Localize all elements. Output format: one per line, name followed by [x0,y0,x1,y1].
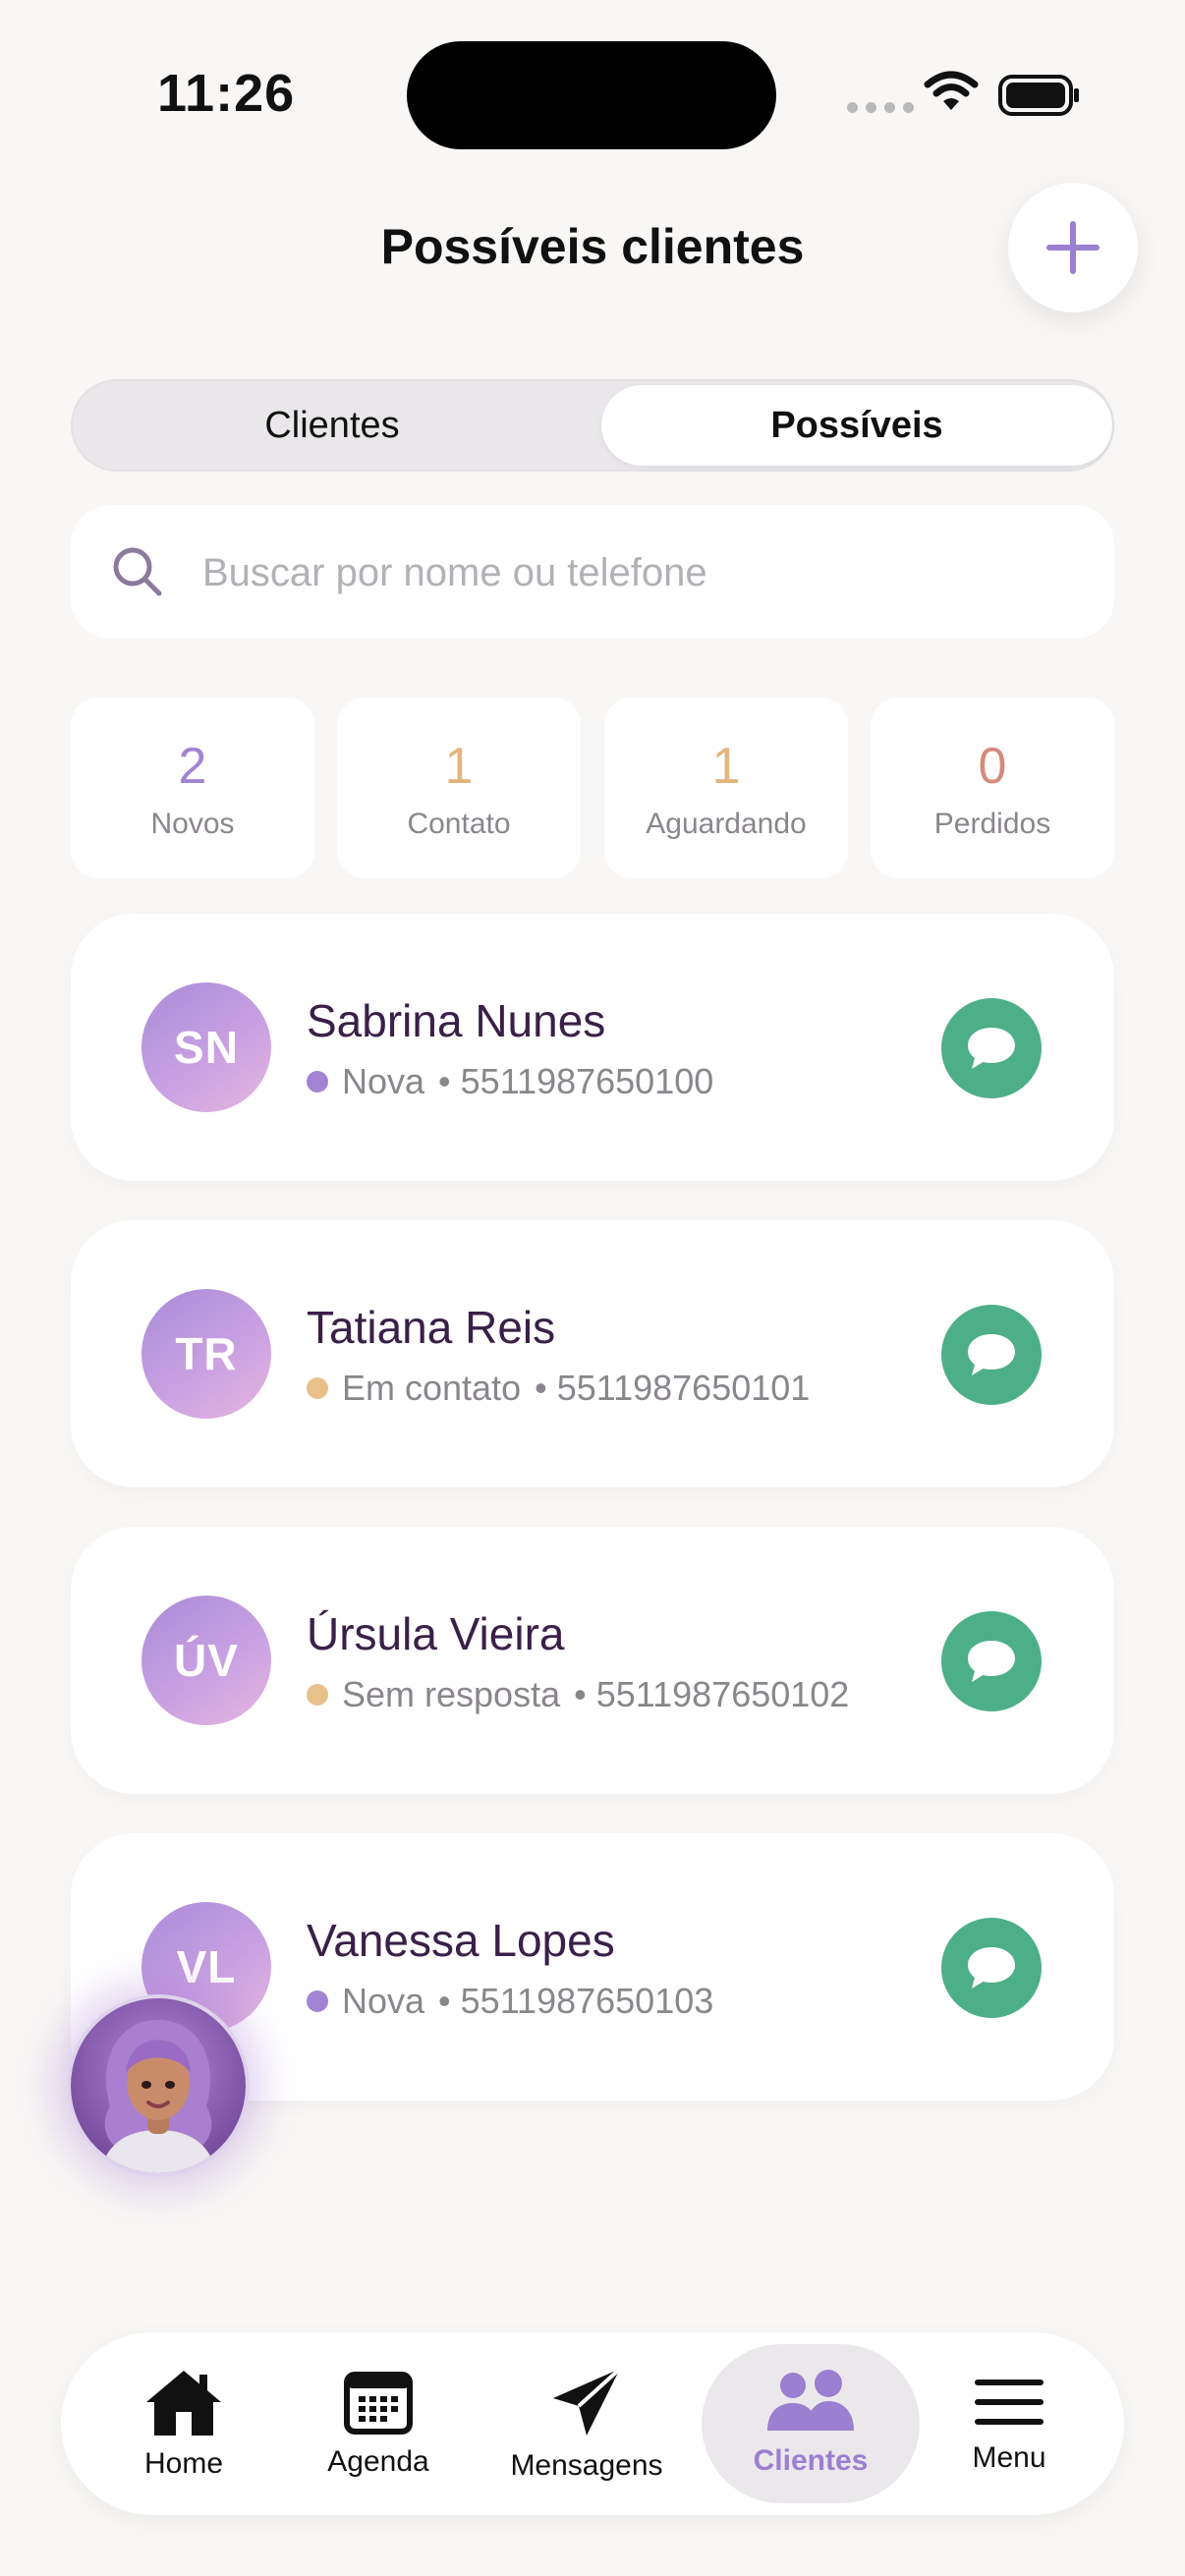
wifi-icon [924,71,979,110]
lead-name: Tatiana Reis [307,1302,556,1353]
separator: • [438,1981,451,2021]
chat-bubble-icon [968,1947,1015,1988]
lead-meta: Nova • 5511987650100 [307,1061,713,1102]
nav-menu[interactable]: Menu [926,2332,1093,2515]
users-icon [767,2370,854,2431]
nav-label: Home [143,2447,224,2480]
chat-bubble-icon [968,1334,1015,1375]
nav-mensagens[interactable]: Mensagens [493,2332,680,2515]
assistant-character-icon [71,1998,246,2173]
plus-icon [1046,221,1100,274]
send-icon [553,2367,622,2436]
bottom-nav: Home Agenda Mensagens Clientes Menu [61,2332,1124,2515]
stat-label: Perdidos [933,808,1051,840]
search-icon [113,547,162,596]
nav-clientes[interactable]: Clientes [702,2344,920,2503]
nav-label: Clientes [753,2444,869,2477]
lead-phone: 5511987650100 [460,1061,714,1101]
whatsapp-button[interactable] [941,1918,1042,2018]
whatsapp-button[interactable] [941,1305,1042,1405]
lead-meta: Sem resposta • 5511987650102 [307,1674,849,1715]
lead-status: Nova [342,1061,425,1101]
segmented-control: Clientes Possíveis [71,379,1114,472]
lead-status: Nova [342,1981,425,2021]
nav-label: Agenda [327,2445,429,2478]
search-input[interactable] [200,532,1069,613]
avatar: SN [141,982,271,1112]
tab-clientes[interactable]: Clientes [73,381,592,470]
lead-phone: 5511987650103 [460,1981,714,2021]
lead-status: Em contato [342,1368,522,1408]
tab-possiveis[interactable]: Possíveis [601,385,1112,466]
nav-agenda[interactable]: Agenda [295,2332,462,2515]
stat-value: 2 [178,738,207,795]
nav-label: Menu [972,2441,1046,2474]
nav-label: Mensagens [510,2449,663,2482]
lead-phone: 5511987650101 [556,1368,811,1408]
stat-perdidos[interactable]: 0 Perdidos [871,698,1114,878]
stat-label: Aguardando [646,808,807,840]
search-bar [71,505,1114,639]
stat-value: 1 [444,738,474,795]
separator: • [535,1368,547,1408]
add-lead-button[interactable] [1008,183,1138,312]
lead-card[interactable]: TR Tatiana Reis Em contato • 55119876501… [71,1220,1114,1487]
avatar: TR [141,1289,271,1419]
lead-name: Sabrina Nunes [307,995,606,1046]
whatsapp-button[interactable] [941,1611,1042,1711]
home-icon [146,2371,221,2436]
chat-bubble-icon [968,1641,1015,1682]
stat-aguardando[interactable]: 1 Aguardando [604,698,848,878]
menu-icon [975,2380,1044,2425]
stat-label: Contato [407,808,511,840]
lead-name: Úrsula Vieira [307,1608,565,1659]
stat-value: 0 [978,738,1007,795]
status-time: 11:26 [157,64,296,123]
calendar-icon [344,2372,413,2435]
separator: • [574,1674,587,1714]
chat-bubble-icon [968,1028,1015,1069]
status-dot [307,1377,328,1399]
stat-contato[interactable]: 1 Contato [337,698,581,878]
whatsapp-button[interactable] [941,998,1042,1098]
battery-icon [998,75,1079,116]
nav-home[interactable]: Home [100,2332,267,2515]
dynamic-island [407,41,776,149]
lead-name: Vanessa Lopes [307,1915,615,1966]
stat-label: Novos [150,808,235,840]
separator: • [438,1061,451,1101]
assistant-avatar-button[interactable] [67,1994,250,2177]
lead-status: Sem resposta [342,1674,561,1714]
stat-value: 1 [711,738,741,795]
lead-meta: Nova • 5511987650103 [307,1981,713,2022]
lead-meta: Em contato • 5511987650101 [307,1368,810,1409]
avatar: ÚV [141,1596,271,1725]
stat-novos[interactable]: 2 Novos [71,698,314,878]
status-dot [307,1990,328,2012]
lead-card[interactable]: ÚV Úrsula Vieira Sem resposta • 55119876… [71,1527,1114,1794]
lead-card[interactable]: SN Sabrina Nunes Nova • 5511987650100 [71,914,1114,1181]
status-dot [307,1684,328,1706]
lead-phone: 5511987650102 [595,1674,850,1714]
cellular-signal-icon [847,102,914,113]
status-dot [307,1071,328,1092]
